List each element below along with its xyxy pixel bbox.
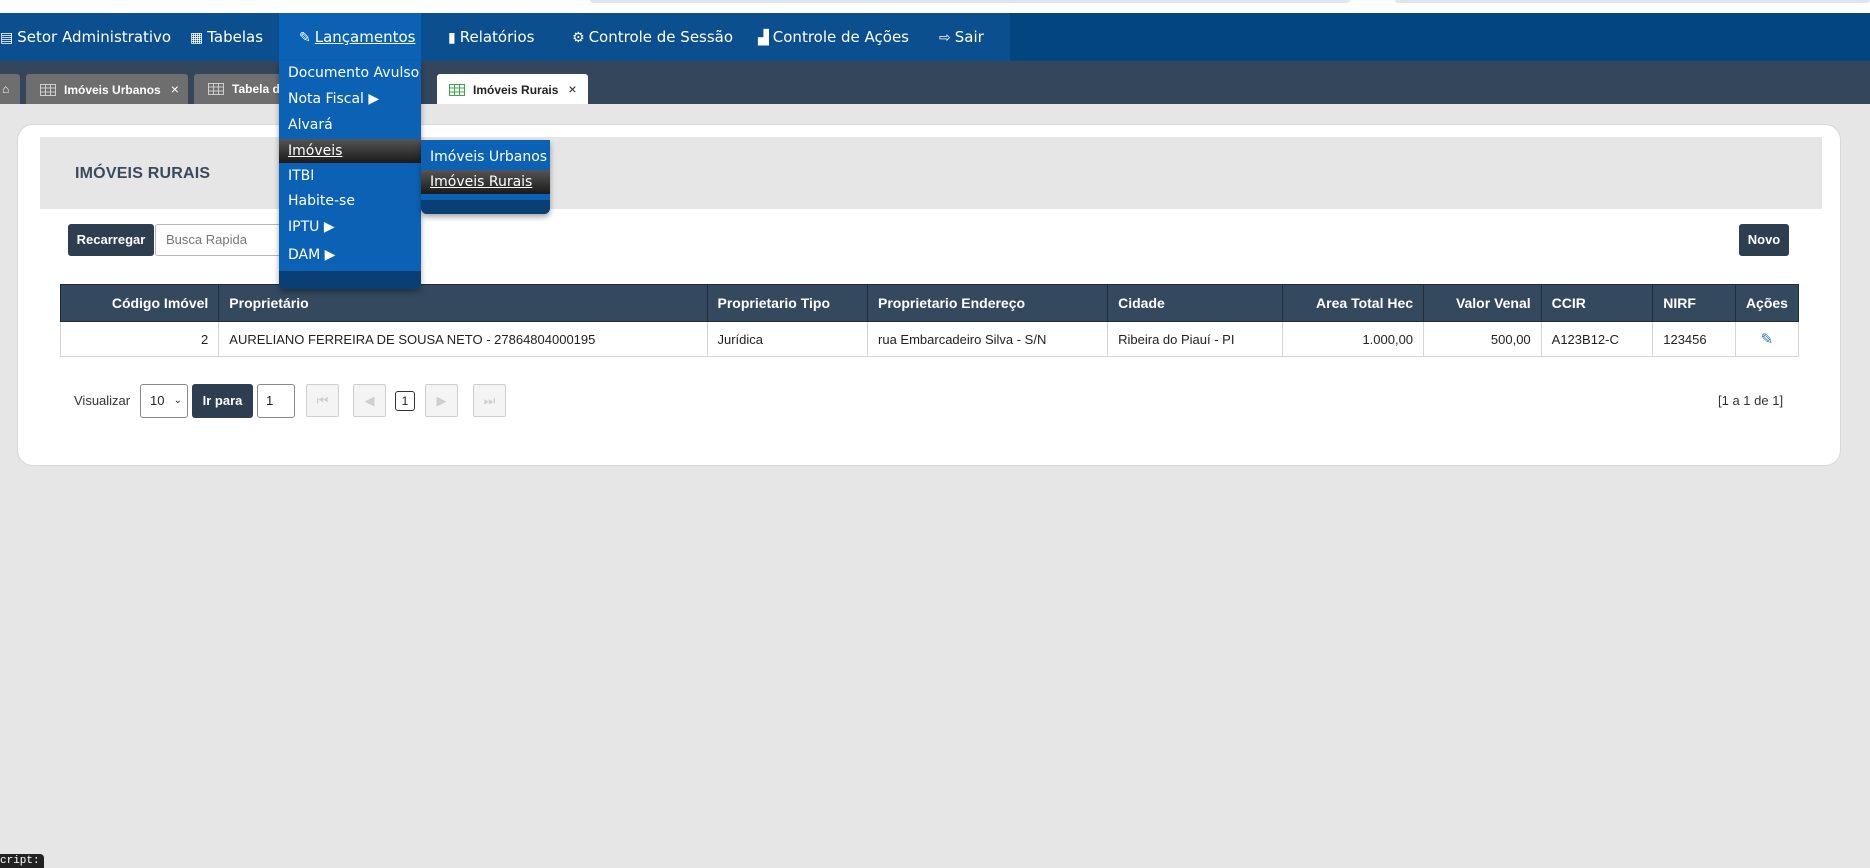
- prev-page-icon: ◀: [364, 393, 375, 408]
- browser-top-strip: [0, 0, 1870, 13]
- close-icon[interactable]: ×: [171, 74, 179, 104]
- col-proprietario[interactable]: Proprietário: [218, 284, 708, 322]
- gear-icon: ⚙: [572, 30, 585, 46]
- cell-endereco: rua Embarcadeiro Silva - S/N: [867, 321, 1109, 357]
- page-size-select[interactable]: 10 ⌄: [140, 384, 188, 418]
- status-tooltip: cript:: [0, 854, 44, 868]
- menu-item-habite-se[interactable]: Habite-se: [279, 189, 421, 213]
- book-icon: ▮: [448, 30, 456, 46]
- menu-item-dam[interactable]: DAM ▶: [279, 243, 421, 267]
- first-page-button[interactable]: ⏮: [306, 384, 339, 417]
- cell-nirf: 123456: [1652, 321, 1736, 357]
- tab-imoveis-rurais[interactable]: Imóveis Rurais ×: [437, 74, 588, 104]
- next-page-icon: ▶: [436, 393, 447, 408]
- submenu-footer: [421, 200, 550, 214]
- cell-codigo: 2: [59, 321, 220, 357]
- cell-ccir: A123B12-C: [1540, 321, 1654, 357]
- top-strip-decoration: [1395, 0, 1870, 3]
- nav-label: Controle de Sessão: [588, 28, 734, 46]
- search-placeholder: Busca Rapida: [166, 232, 247, 247]
- menu-item-itbi[interactable]: ITBI: [279, 164, 421, 188]
- tab-home[interactable]: ⌂: [0, 74, 20, 104]
- properties-table: Código Imóvel Proprietário Proprietario …: [59, 284, 1800, 357]
- tab-label: Imóveis Rurais: [473, 83, 559, 97]
- col-codigo[interactable]: Código Imóvel: [59, 284, 220, 322]
- nav-label: Sair: [954, 28, 984, 46]
- submenu-item-imoveis-urbanos[interactable]: Imóveis Urbanos: [421, 145, 550, 169]
- nav-label: Relatórios: [459, 28, 535, 46]
- col-proprietario-tipo[interactable]: Proprietario Tipo: [706, 284, 869, 322]
- main-navbar: ▤ Setor Administrativo ▦ Tabelas ✎ Lançamen…: [0, 13, 1870, 61]
- table-row[interactable]: 2 AURELIANO FERREIRA DE SOUSA NETO - 278…: [59, 321, 1800, 357]
- menu-item-iptu[interactable]: IPTU ▶: [279, 215, 421, 239]
- col-valor-venal[interactable]: Valor Venal: [1423, 284, 1542, 322]
- col-proprietario-endereco[interactable]: Proprietario Endereço: [867, 284, 1109, 322]
- reload-button[interactable]: Recarregar: [68, 224, 154, 256]
- chart-icon: ▟: [758, 30, 769, 46]
- tab-imoveis-urbanos[interactable]: Imóveis Urbanos ×: [26, 74, 188, 104]
- menu-item-alvara[interactable]: Alvará: [279, 113, 421, 137]
- cell-valor-venal: 500,00: [1423, 321, 1542, 357]
- tab-label: Tabela d: [232, 82, 280, 96]
- pager-summary: [1 a 1 de 1]: [1718, 393, 1784, 408]
- edit-icon[interactable]: ✎: [1734, 321, 1800, 357]
- menu-item-documento-avulso[interactable]: Documento Avulso: [279, 61, 421, 85]
- cell-area-total: 1.000,00: [1282, 321, 1425, 357]
- nav-label: Setor Administrativo: [17, 28, 172, 46]
- cell-proprietario: AURELIANO FERREIRA DE SOUSA NETO - 27864…: [218, 321, 708, 357]
- submenu-item-imoveis-rurais[interactable]: Imóveis Rurais: [421, 170, 550, 194]
- sign-out-icon: ⇨: [939, 30, 951, 46]
- chevron-down-icon: ⌄: [173, 395, 182, 406]
- table-icon: [208, 83, 224, 95]
- edit-icon: ✎: [299, 30, 311, 46]
- nav-controle-sessao[interactable]: ⚙ Controle de Sessão: [572, 13, 733, 61]
- nav-label: Controle de Ações: [772, 28, 909, 46]
- nav-lancamentos[interactable]: ✎ Lançamentos: [279, 13, 421, 61]
- page-size-value: 10: [150, 393, 165, 408]
- go-to-page-button[interactable]: Ir para: [192, 384, 253, 418]
- home-icon: ⌂: [2, 82, 10, 96]
- nav-label: Tabelas: [207, 28, 264, 46]
- table-icon: [40, 84, 56, 96]
- nav-relatorios[interactable]: ▮ Relatórios: [448, 13, 534, 61]
- col-acoes: Ações: [1734, 284, 1800, 322]
- last-page-icon: ⏭: [483, 393, 496, 408]
- col-nirf[interactable]: NIRF: [1652, 284, 1736, 322]
- nav-tabelas[interactable]: ▦ Tabelas: [190, 13, 263, 61]
- page-title: IMÓVEIS RURAIS: [75, 165, 211, 182]
- next-page-button[interactable]: ▶: [425, 384, 458, 417]
- table-icon: ▦: [190, 30, 204, 46]
- menu-item-nota-fiscal[interactable]: Nota Fiscal ▶: [279, 87, 421, 111]
- building-icon: ▤: [0, 30, 14, 46]
- table-icon: [449, 84, 465, 96]
- table-header-row: Código Imóvel Proprietário Proprietario …: [59, 284, 1800, 322]
- nav-setor-administrativo[interactable]: ▤ Setor Administrativo: [0, 13, 171, 61]
- col-cidade[interactable]: Cidade: [1107, 284, 1284, 322]
- prev-page-button[interactable]: ◀: [353, 384, 386, 417]
- cell-proprietario-tipo: Jurídica: [706, 321, 869, 357]
- imoveis-submenu: Imóveis Urbanos Imóveis Rurais: [421, 140, 550, 214]
- nav-label: Lançamentos: [314, 28, 416, 46]
- new-button[interactable]: Novo: [1739, 224, 1789, 256]
- nav-sair[interactable]: ⇨ Sair: [939, 13, 984, 61]
- dropdown-footer: [279, 271, 421, 289]
- lancamentos-dropdown: Documento Avulso Nota Fiscal ▶ Alvará Im…: [279, 61, 421, 289]
- close-icon[interactable]: ×: [568, 74, 576, 104]
- col-area-total[interactable]: Area Total Hec: [1282, 284, 1425, 322]
- cell-cidade: Ribeira do Piauí - PI: [1107, 321, 1284, 357]
- nav-controle-acoes[interactable]: ▟ Controle de Ações: [758, 13, 909, 61]
- last-page-button[interactable]: ⏭: [473, 384, 506, 417]
- menu-item-imoveis[interactable]: Imóveis: [279, 139, 421, 163]
- top-strip-decoration: [590, 0, 1350, 3]
- tab-label: Imóveis Urbanos: [64, 83, 161, 97]
- go-to-page-input[interactable]: 1: [257, 384, 295, 418]
- current-page[interactable]: 1: [395, 391, 415, 411]
- col-ccir[interactable]: CCIR: [1540, 284, 1654, 322]
- page-size-label: Visualizar: [74, 393, 131, 408]
- first-page-icon: ⏮: [316, 393, 329, 408]
